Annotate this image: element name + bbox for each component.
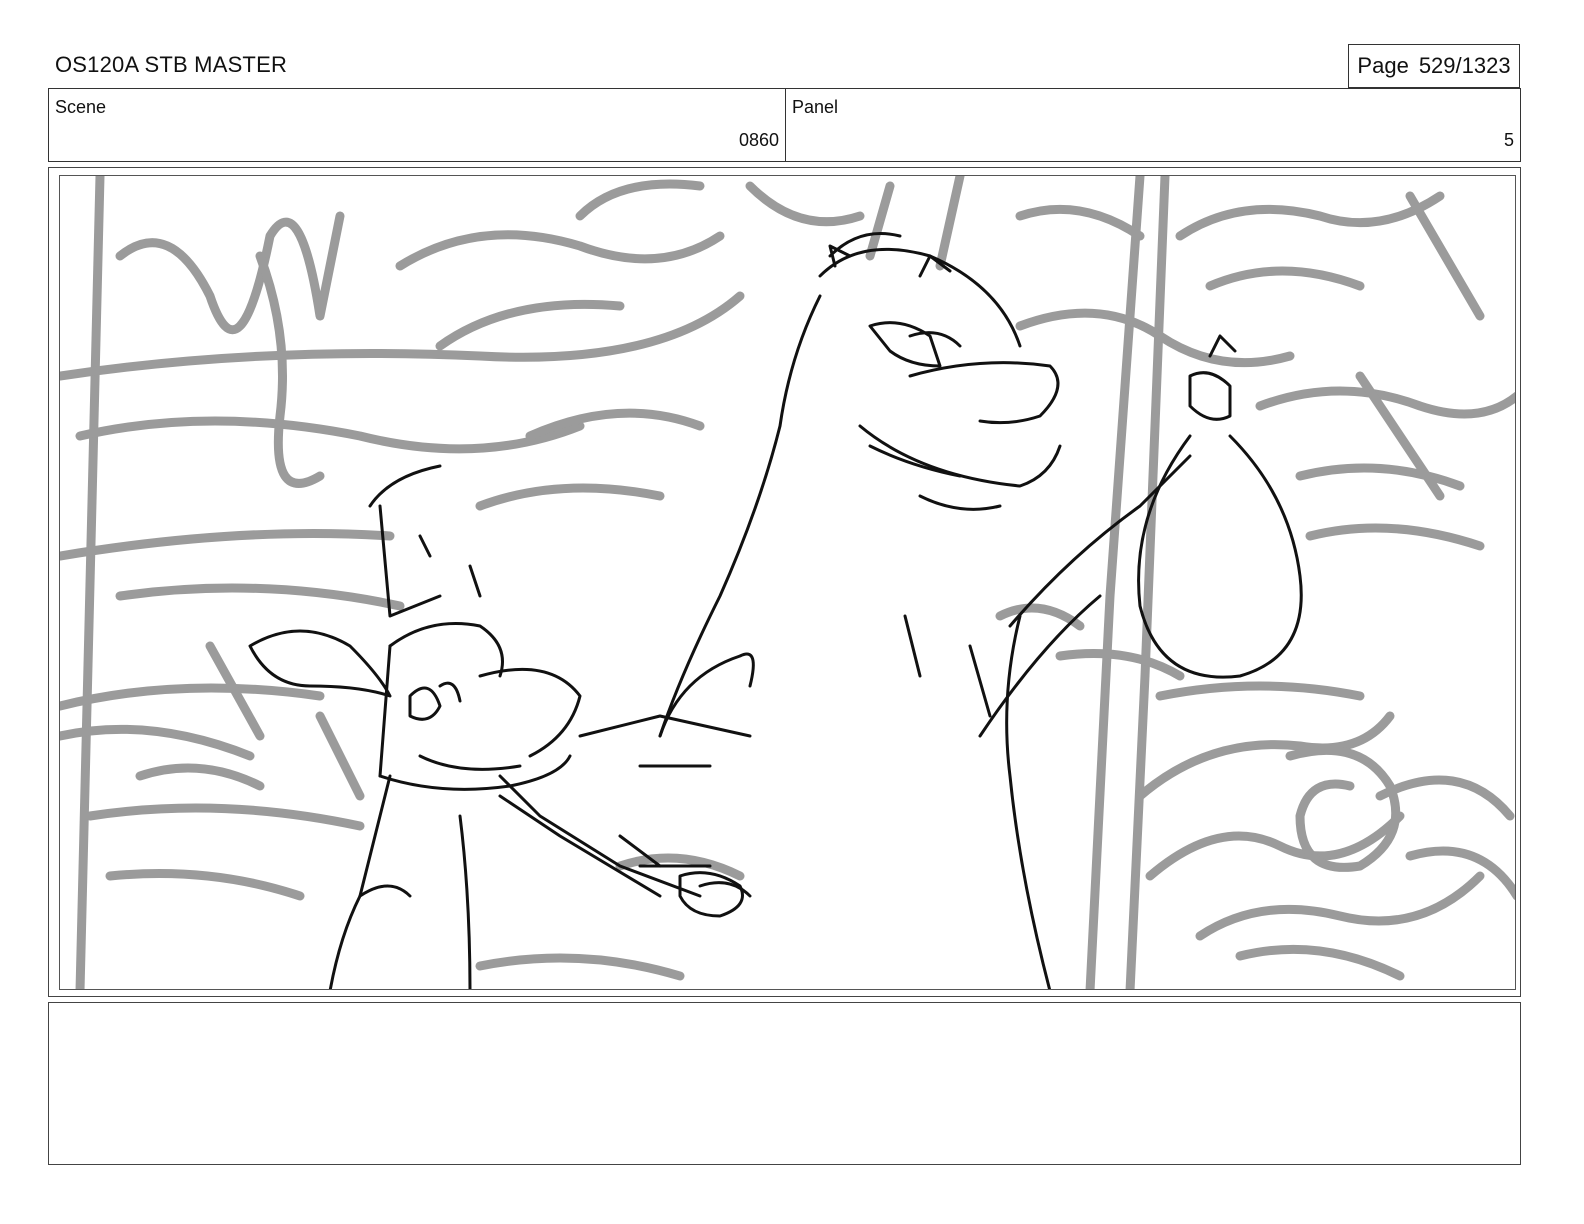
- storyboard-sketch: [60, 176, 1515, 989]
- scene-number: 0860: [738, 130, 779, 150]
- scene-panel-info-row: Scene 0860 Panel 5: [48, 88, 1521, 162]
- page-number: 529/1323: [1418, 53, 1511, 78]
- panel-number: 5: [1503, 130, 1514, 150]
- page-label: Page: [1357, 53, 1409, 78]
- scene-cell: Scene 0860: [49, 89, 786, 161]
- notes-box: [48, 1002, 1521, 1165]
- scene-label: Scene: [55, 97, 107, 117]
- panel-label: Panel: [792, 97, 839, 117]
- page-counter: Page 529/1323: [1348, 44, 1520, 88]
- storyboard-frame: [59, 175, 1516, 990]
- background-sketch: [60, 176, 1515, 989]
- document-title: OS120A STB MASTER: [55, 52, 288, 77]
- panel-cell: Panel 5: [786, 89, 1520, 161]
